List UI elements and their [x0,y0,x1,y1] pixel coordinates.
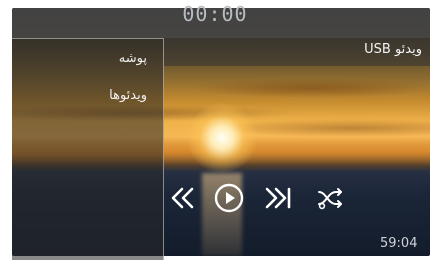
clock: 00:00 [182,2,248,26]
source-label: ویدئو USB [364,42,422,57]
previous-icon[interactable] [170,182,196,214]
menu-item-folder[interactable]: پوشه [119,51,147,66]
playback-time: 59:04 [380,236,418,251]
header: ویدئو USB [164,38,430,66]
next-icon[interactable] [264,182,294,214]
side-panel: پوشه ویدئوها [12,38,164,260]
play-icon[interactable] [213,182,245,214]
playback-controls [170,182,350,214]
background-sun [187,103,257,173]
menu-item-videos[interactable]: ویدئوها [109,88,147,103]
shuffle-icon[interactable] [316,182,346,214]
